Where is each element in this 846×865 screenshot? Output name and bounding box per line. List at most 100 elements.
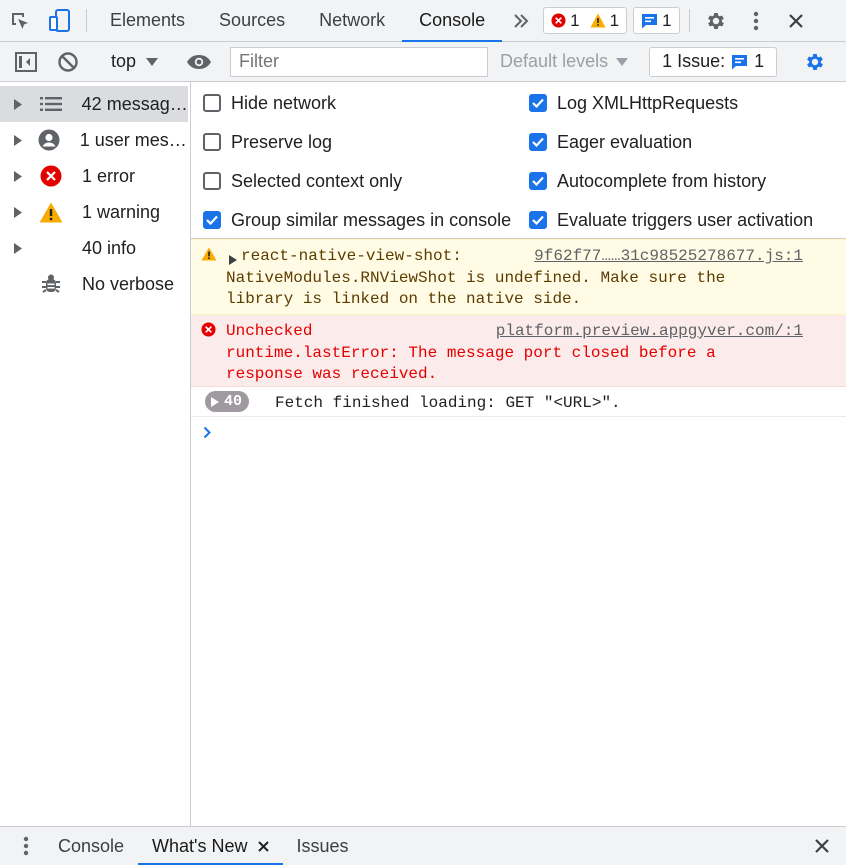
tab-label: Sources [219,10,286,30]
tab-label: Console [419,10,486,30]
sidebar-item-errors[interactable]: 1 error [0,158,190,194]
drawer-tab-whats-new[interactable]: What's New [138,827,283,865]
repeat-count: 40 [224,392,243,410]
checkbox[interactable] [529,172,547,190]
bug-icon [38,273,64,295]
sidebar-item-label: 1 warning [82,201,161,222]
error-warning-counter[interactable]: 1 1 [543,7,628,34]
tab-label: Console [58,835,125,856]
log-levels-dropdown[interactable]: Default levels [488,51,640,72]
dropdown-triangle-icon [146,57,159,66]
checkbox[interactable] [529,94,547,112]
warning-icon [38,202,64,223]
inspect-element-icon[interactable] [0,0,40,41]
expand-triangle-icon[interactable] [14,242,34,254]
tab-elements[interactable]: Elements [93,0,202,41]
device-toolbar-icon[interactable] [40,0,80,41]
settings-gear-icon[interactable] [696,0,736,41]
expand-triangle-icon[interactable] [14,98,34,110]
checkbox[interactable] [529,211,547,229]
toolbar-divider [688,9,690,32]
setting-autocomplete-history[interactable]: Autocomplete from history [529,169,766,193]
sidebar-item-messages[interactable]: 42 messages [0,86,188,122]
context-label: top [111,51,137,71]
more-tabs-icon[interactable] [502,0,540,41]
devtools-tabbar: Elements Sources Network Console 1 1 1 [0,0,846,42]
checkbox[interactable] [203,133,221,151]
user-icon [37,129,62,151]
setting-label: Evaluate triggers user activation [557,209,814,230]
setting-label: Log XMLHttpRequests [557,92,739,113]
checkbox[interactable] [203,172,221,190]
setting-preserve-log[interactable]: Preserve log [203,130,332,154]
console-message-error[interactable]: Unchecked runtime.lastError: The message… [191,315,846,387]
drawer-tabbar: Console What's New Issues [0,826,846,865]
expand-triangle-icon[interactable] [14,206,34,218]
issues-button[interactable]: 1 Issue: 1 [649,46,778,77]
sidebar-item-warnings[interactable]: 1 warning [0,194,190,230]
setting-selected-context[interactable]: Selected context only [203,169,402,193]
clear-console-icon[interactable] [52,51,84,73]
repeat-count-badge[interactable]: 40 [205,391,250,412]
expand-triangle-icon[interactable] [14,170,34,182]
tab-console[interactable]: Console [402,0,503,42]
error-icon [38,165,64,187]
setting-evaluate-triggers[interactable]: Evaluate triggers user activation [529,208,813,232]
issues-count: 1 [754,51,765,71]
setting-label: Autocomplete from history [557,170,767,191]
setting-label: Preserve log [231,131,333,152]
expand-triangle-icon[interactable] [14,134,33,146]
warning-icon [201,247,217,269]
live-expression-eye-icon[interactable] [181,54,217,70]
sidebar-item-verbose[interactable]: No verbose [0,266,190,302]
sidebar-item-info[interactable]: 40 info [0,230,190,266]
sidebar-item-user-messages[interactable]: 1 user mess… [0,122,190,158]
tab-sources[interactable]: Sources [202,0,302,41]
message-text: Fetch finished loading: GET "<URL>". [275,394,621,412]
dropdown-triangle-icon [616,57,629,66]
sidebar-item-label: 1 user mess… [79,129,190,150]
console-prompt-row[interactable] [191,417,846,447]
error-icon [201,322,216,345]
tab-network[interactable]: Network [302,0,402,41]
expand-triangle-icon [211,396,219,407]
more-options-icon[interactable] [736,0,776,41]
console-settings-panel: Hide network Log XMLHttpRequests Preserv… [191,82,846,239]
message-icon [732,54,748,69]
messages-counter[interactable]: 1 [633,7,680,34]
drawer-more-icon[interactable] [0,827,52,865]
console-message-info[interactable]: 40 Fetch finished loading: GET "<URL>". [191,387,846,417]
sidebar-toggle-icon[interactable] [0,51,52,72]
list-icon [38,97,64,111]
close-tab-icon[interactable] [257,840,269,852]
close-devtools-icon[interactable] [776,0,816,41]
console-toolbar: top Default levels 1 Issue: 1 [0,42,846,82]
context-selector[interactable]: top [101,51,168,72]
message-source-link[interactable]: 9f62f77……31c98525278677.js:1 [534,246,803,268]
setting-eager-evaluation[interactable]: Eager evaluation [529,130,692,154]
sidebar-item-label: No verbose [82,273,175,294]
filter-input[interactable] [230,46,489,77]
drawer-tab-issues[interactable]: Issues [283,827,363,865]
message-count: 1 [662,10,672,30]
setting-label: Selected context only [231,170,403,191]
checkbox[interactable] [203,94,221,112]
drawer-tab-console[interactable]: Console [52,827,138,865]
sidebar-item-label: 40 info [82,237,137,258]
setting-log-xhr[interactable]: Log XMLHttpRequests [529,91,738,115]
setting-label: Eager evaluation [557,131,693,152]
tab-label: Network [319,10,386,30]
close-drawer-icon[interactable] [798,827,846,865]
message-source-link[interactable]: platform.preview.appgyver.com/:1 [496,321,803,343]
console-settings-gear-icon[interactable] [798,51,832,73]
setting-hide-network[interactable]: Hide network [203,91,336,115]
console-message-warning[interactable]: react-native-view-shot: NativeModules.RN… [191,239,846,315]
checkbox[interactable] [203,211,221,229]
issues-label: 1 Issue: [662,51,726,71]
setting-group-similar[interactable]: Group similar messages in console [203,208,511,232]
prompt-chevron-icon [203,423,212,445]
sidebar-item-label: 42 messages [81,93,188,114]
error-count: 1 [570,10,580,30]
warning-count: 1 [609,10,620,30]
checkbox[interactable] [529,133,547,151]
